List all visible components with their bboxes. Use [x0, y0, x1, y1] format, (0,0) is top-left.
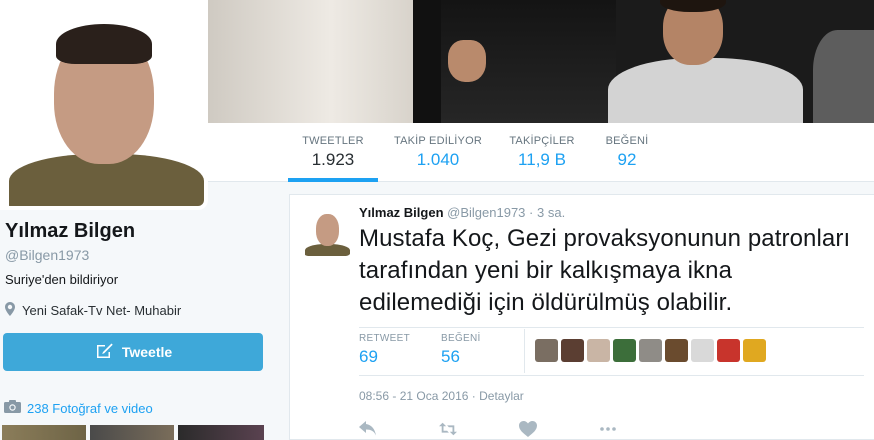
- stat-value: 92: [617, 150, 637, 169]
- tweet-actions: [359, 421, 679, 439]
- like-stat-value: 56: [441, 347, 460, 366]
- profile-avatar[interactable]: [0, 0, 208, 210]
- media-thumbnail[interactable]: [178, 425, 264, 440]
- stat-label: TAKİP EDİLİYOR: [394, 135, 482, 147]
- tweet-details-link[interactable]: Detaylar: [479, 389, 524, 403]
- tweet-date-line: 08:56 - 21 Oca 2016 · Detaylar: [359, 389, 524, 403]
- stat-following[interactable]: TAKİP EDİLİYOR 1.040: [388, 123, 488, 182]
- stat-tweets[interactable]: TWEETLER 1.923: [288, 123, 378, 182]
- liker-avatar[interactable]: [587, 339, 610, 362]
- liker-avatar[interactable]: [717, 339, 740, 362]
- stat-label: TAKİPÇİLER: [509, 135, 575, 147]
- stat-value: 1.040: [416, 150, 460, 169]
- tweet-date: 08:56 - 21 Oca 2016: [359, 389, 469, 403]
- like-button[interactable]: [519, 421, 599, 439]
- liker-avatar[interactable]: [535, 339, 558, 362]
- tweet-timestamp[interactable]: 3 sa.: [537, 205, 565, 220]
- tweet-author-name[interactable]: Yılmaz Bilgen: [359, 205, 444, 220]
- liker-avatar[interactable]: [613, 339, 636, 362]
- header-banner-image: [208, 0, 874, 123]
- liker-avatar[interactable]: [639, 339, 662, 362]
- tweet-date-separator: ·: [471, 389, 476, 403]
- stat-likes[interactable]: BEĞENİ 92: [600, 123, 654, 182]
- like-stat[interactable]: BEĞENİ 56: [441, 333, 481, 367]
- profile-bio: Suriye'den bildiriyor: [5, 272, 119, 287]
- camera-icon: [4, 400, 21, 416]
- stat-value: 11,9 B: [518, 150, 566, 169]
- tweet-header: Yılmaz Bilgen @Bilgen1973 · 3 sa.: [359, 205, 565, 220]
- reply-button[interactable]: [359, 421, 439, 439]
- tweet-card[interactable]: Yılmaz Bilgen @Bilgen1973 · 3 sa. Mustaf…: [289, 194, 874, 440]
- retweet-stat-value: 69: [359, 347, 378, 366]
- reply-icon: [359, 421, 377, 440]
- photos-videos-label: 238 Fotoğraf ve video: [27, 400, 153, 416]
- profile-stats-nav: TWEETLER 1.923 TAKİP EDİLİYOR 1.040 TAKİ…: [208, 123, 874, 182]
- retweet-stat[interactable]: RETWEET 69: [359, 333, 410, 367]
- tweet-button[interactable]: Tweetle: [3, 333, 263, 371]
- media-thumbnail[interactable]: [2, 425, 86, 440]
- media-thumbnail[interactable]: [90, 425, 174, 440]
- tweet-author-handle[interactable]: @Bilgen1973: [447, 205, 525, 220]
- retweet-stat-label: RETWEET: [359, 333, 410, 344]
- more-button[interactable]: [599, 421, 679, 439]
- divider: [359, 327, 864, 328]
- divider: [359, 375, 864, 376]
- liker-avatar[interactable]: [665, 339, 688, 362]
- stat-label: TWEETLER: [302, 135, 364, 147]
- tweet-author-avatar[interactable]: [303, 208, 351, 256]
- stat-value: 1.923: [311, 150, 355, 169]
- stat-label: BEĞENİ: [605, 135, 649, 147]
- like-stat-label: BEĞENİ: [441, 333, 481, 344]
- profile-name[interactable]: Yılmaz Bilgen: [5, 220, 135, 243]
- liker-avatar[interactable]: [743, 339, 766, 362]
- tweet-text: Mustafa Koç, Gezi provaksyonunun patronl…: [359, 225, 851, 316]
- location-text: Yeni Safak-Tv Net- Muhabir: [22, 303, 182, 318]
- liker-avatar[interactable]: [561, 339, 584, 362]
- location-pin-icon: [5, 302, 15, 319]
- photos-videos-link[interactable]: 238 Fotoğraf ve video: [4, 400, 153, 416]
- divider: [524, 329, 525, 373]
- compose-icon: [94, 342, 114, 363]
- stat-followers[interactable]: TAKİPÇİLER 11,9 B: [500, 123, 584, 182]
- liker-avatars: [535, 339, 766, 362]
- tweet-header-separator: ·: [529, 205, 534, 220]
- tweet-button-label: Tweetle: [121, 344, 173, 360]
- more-dots-icon: [599, 424, 617, 440]
- heart-icon: [519, 421, 537, 440]
- liker-avatar[interactable]: [691, 339, 714, 362]
- profile-location: Yeni Safak-Tv Net- Muhabir: [5, 302, 181, 319]
- retweet-icon: [439, 422, 457, 440]
- profile-handle[interactable]: @Bilgen1973: [5, 247, 89, 263]
- retweet-button[interactable]: [439, 421, 519, 439]
